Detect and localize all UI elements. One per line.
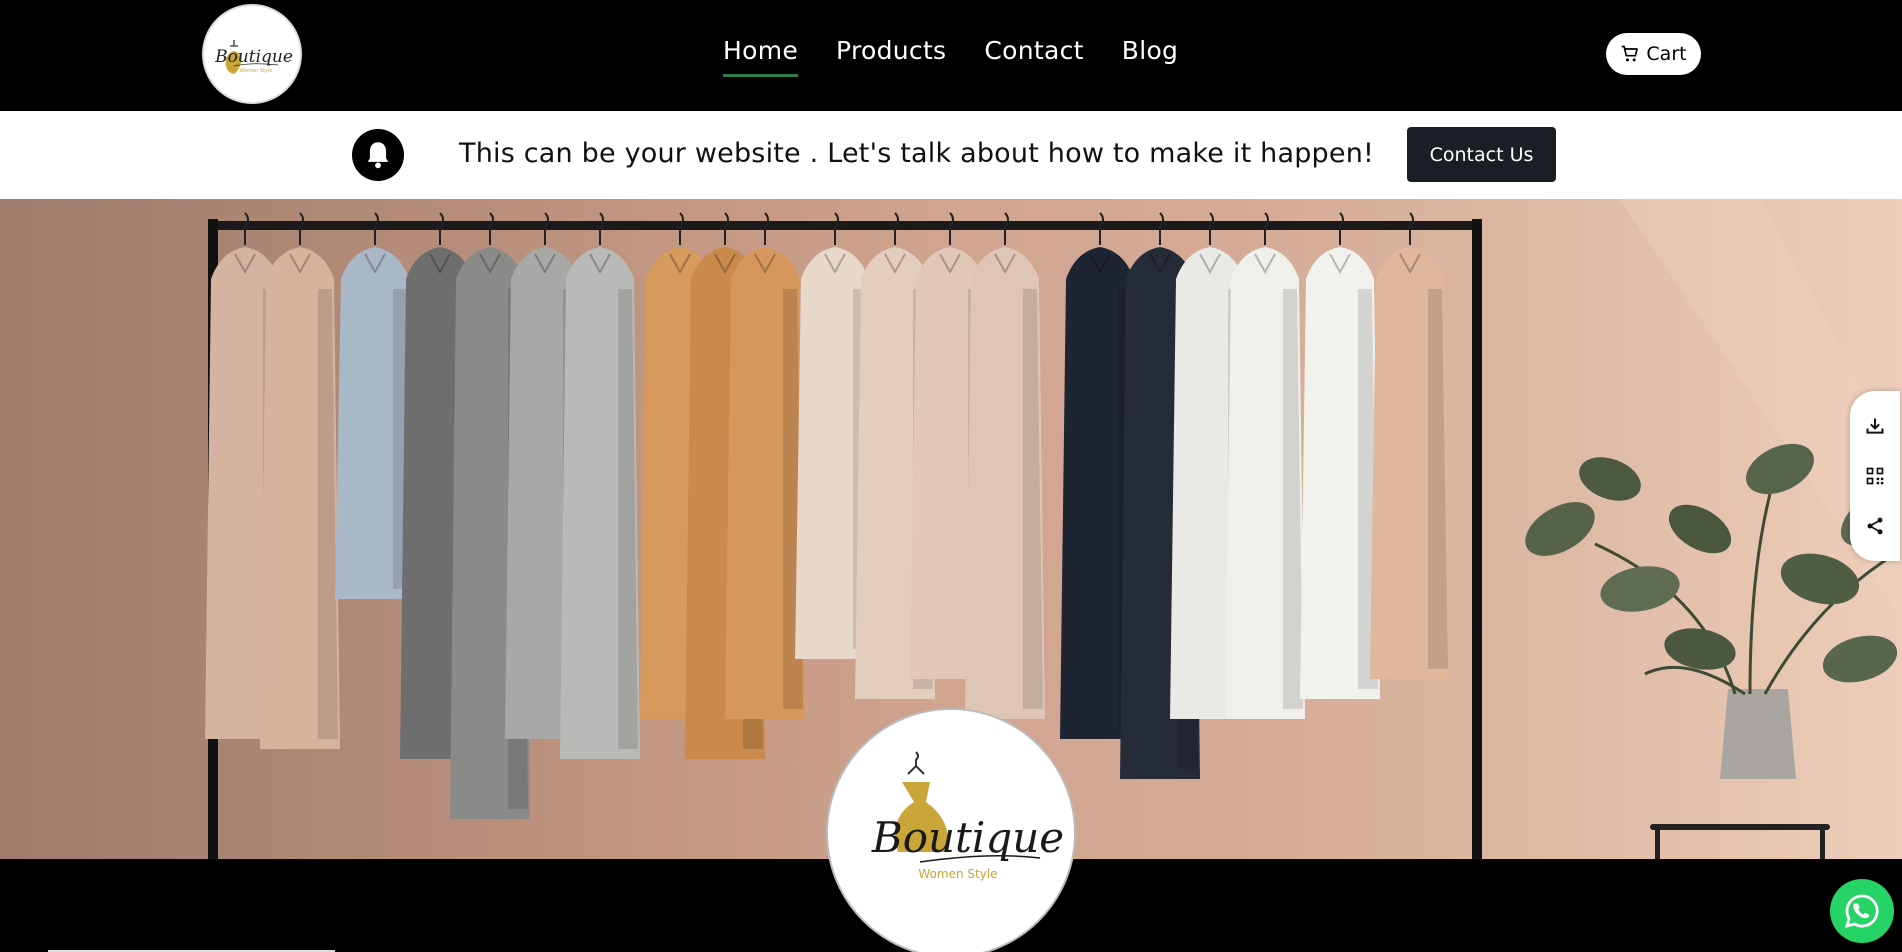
- whatsapp-button[interactable]: [1830, 879, 1894, 943]
- boutique-logo-icon: Boutique Women Style: [214, 40, 293, 74]
- nav-blog[interactable]: Blog: [1122, 36, 1178, 75]
- notice-bar: This can be your website . Let's talk ab…: [0, 111, 1902, 199]
- whatsapp-icon: [1845, 894, 1879, 928]
- header-logo-tagline: Women Style: [240, 68, 273, 74]
- contact-us-button[interactable]: Contact Us: [1407, 127, 1556, 182]
- main-nav: Home Products Contact Blog: [723, 36, 1178, 77]
- side-toolbar: [1850, 391, 1900, 561]
- hero-logo-tagline: Women Style: [918, 867, 997, 881]
- boutique-logo-icon: Boutique Women Style: [871, 751, 1064, 881]
- bell-icon: [352, 129, 404, 181]
- site-header: Boutique Women Style Home Products Conta…: [0, 0, 1902, 111]
- download-icon[interactable]: [1860, 411, 1890, 441]
- cart-icon: [1622, 45, 1639, 62]
- hero-logo: Boutique Women Style: [826, 708, 1076, 952]
- cart-button[interactable]: Cart: [1606, 33, 1701, 75]
- share-icon[interactable]: [1860, 511, 1890, 541]
- nav-home[interactable]: Home: [723, 36, 799, 77]
- nav-contact[interactable]: Contact: [984, 36, 1083, 75]
- header-logo[interactable]: Boutique Women Style: [202, 4, 302, 104]
- qr-code-icon[interactable]: [1860, 461, 1890, 491]
- cart-label: Cart: [1646, 43, 1687, 65]
- hero-logo-text: Boutique: [871, 813, 1064, 862]
- nav-products[interactable]: Products: [836, 36, 946, 75]
- notice-text: This can be your website . Let's talk ab…: [459, 138, 1375, 169]
